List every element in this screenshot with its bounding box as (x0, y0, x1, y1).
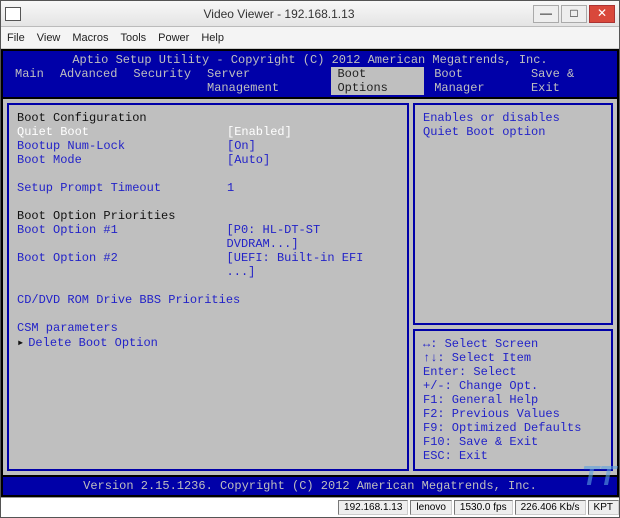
tab-save-exit[interactable]: Save & Exit (525, 67, 611, 95)
bios-footer: Version 2.15.1236. Copyright (C) 2012 Am… (3, 475, 617, 495)
timeout-label: Setup Prompt Timeout (17, 181, 227, 195)
bios-screen: Aptio Setup Utility - Copyright (C) 2012… (1, 49, 619, 497)
section-boot-priorities: Boot Option Priorities (17, 209, 399, 223)
tab-advanced[interactable]: Advanced (54, 67, 124, 95)
status-fps: 1530.0 fps (454, 500, 513, 515)
legend-3: +/-: Change Opt. (423, 379, 603, 393)
row-timeout[interactable]: Setup Prompt Timeout 1 (17, 181, 399, 195)
bios-tabs: Main Advanced Security Server Management… (3, 67, 617, 97)
bios-left-pane: Boot Configuration Quiet Boot [Enabled] … (7, 103, 409, 471)
row-delete-boot-option[interactable]: ▸ Delete Boot Option (17, 335, 399, 350)
menu-macros[interactable]: Macros (72, 32, 108, 44)
numlock-label: Bootup Num-Lock (17, 139, 227, 153)
triangle-icon: ▸ (17, 336, 24, 350)
legend-2: Enter: Select (423, 365, 603, 379)
boot-opt2-label: Boot Option #2 (17, 251, 227, 279)
legend-1: ↑↓: Select Item (423, 351, 603, 365)
tab-security[interactable]: Security (127, 67, 197, 95)
help-pane: Enables or disables Quiet Boot option (413, 103, 613, 325)
quiet-boot-label: Quiet Boot (17, 125, 227, 139)
legend-4: F1: General Help (423, 393, 603, 407)
row-boot-mode[interactable]: Boot Mode [Auto] (17, 153, 399, 167)
status-host: lenovo (410, 500, 451, 515)
menu-tools[interactable]: Tools (120, 32, 146, 44)
app-icon (5, 7, 21, 21)
status-ip: 192.168.1.13 (338, 500, 408, 515)
menubar: File View Macros Tools Power Help (1, 27, 619, 49)
tab-server-management[interactable]: Server Management (201, 67, 327, 95)
row-numlock[interactable]: Bootup Num-Lock [On] (17, 139, 399, 153)
bios-header: Aptio Setup Utility - Copyright (C) 2012… (3, 51, 617, 67)
legend-0: ↔: Select Screen (423, 337, 603, 351)
tab-main[interactable]: Main (9, 67, 50, 95)
statusbar: 192.168.1.13 lenovo 1530.0 fps 226.406 K… (1, 497, 619, 517)
section-boot-config: Boot Configuration (17, 111, 399, 125)
menu-view[interactable]: View (37, 32, 61, 44)
window-title: Video Viewer - 192.168.1.13 (27, 7, 531, 21)
tab-boot-options[interactable]: Boot Options (331, 67, 424, 95)
boot-mode-value: [Auto] (227, 153, 270, 167)
legend-pane: ↔: Select Screen ↑↓: Select Item Enter: … (413, 329, 613, 471)
boot-opt1-value: [P0: HL-DT-ST DVDRAM...] (227, 223, 399, 251)
maximize-button[interactable]: □ (561, 5, 587, 23)
bios-right-pane: Enables or disables Quiet Boot option ↔:… (413, 103, 613, 471)
legend-8: ESC: Exit (423, 449, 603, 463)
delete-boot-option-label: Delete Boot Option (28, 336, 158, 350)
boot-mode-label: Boot Mode (17, 153, 227, 167)
row-quiet-boot[interactable]: Quiet Boot [Enabled] (17, 125, 399, 139)
boot-opt1-label: Boot Option #1 (17, 223, 227, 251)
app-window: Video Viewer - 192.168.1.13 — □ ✕ File V… (0, 0, 620, 518)
numlock-value: [On] (227, 139, 256, 153)
timeout-value: 1 (227, 181, 234, 195)
legend-6: F9: Optimized Defaults (423, 421, 603, 435)
row-boot-opt1[interactable]: Boot Option #1 [P0: HL-DT-ST DVDRAM...] (17, 223, 399, 251)
bios-body: Boot Configuration Quiet Boot [Enabled] … (3, 97, 617, 475)
close-button[interactable]: ✕ (589, 5, 615, 23)
menu-file[interactable]: File (7, 32, 25, 44)
legend-7: F10: Save & Exit (423, 435, 603, 449)
menu-help[interactable]: Help (201, 32, 224, 44)
titlebar: Video Viewer - 192.168.1.13 — □ ✕ (1, 1, 619, 27)
legend-5: F2: Previous Values (423, 407, 603, 421)
tab-boot-manager[interactable]: Boot Manager (428, 67, 521, 95)
watermark: TT (582, 460, 616, 492)
minimize-button[interactable]: — (533, 5, 559, 23)
quiet-boot-value: [Enabled] (227, 125, 292, 139)
menu-power[interactable]: Power (158, 32, 189, 44)
row-bbs[interactable]: CD/DVD ROM Drive BBS Priorities (17, 293, 399, 307)
boot-opt2-value: [UEFI: Built-in EFI ...] (227, 251, 399, 279)
status-kbps: 226.406 Kb/s (515, 500, 586, 515)
row-boot-opt2[interactable]: Boot Option #2 [UEFI: Built-in EFI ...] (17, 251, 399, 279)
help-text: Enables or disables Quiet Boot option (423, 111, 603, 139)
status-kpt: KPT (588, 500, 619, 515)
row-csm[interactable]: CSM parameters (17, 321, 399, 335)
